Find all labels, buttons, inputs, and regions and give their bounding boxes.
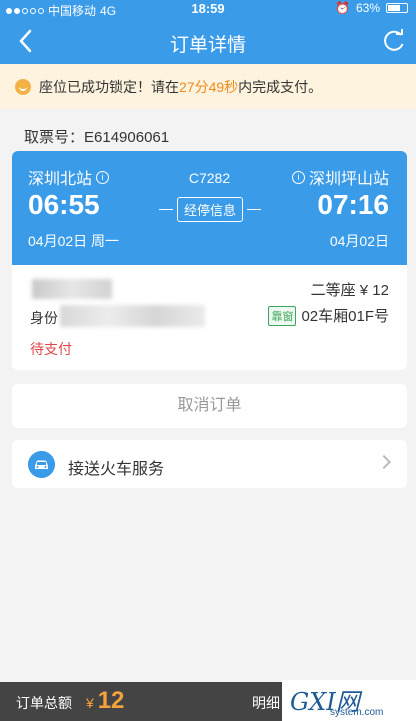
ticket-number: E614906061 [84,129,170,146]
countdown: 27分49秒 [179,78,239,95]
alarm-icon: ⏰ [335,1,350,15]
notice-text-before: 座位已成功锁定！请在 [39,78,179,95]
train-transfer-service[interactable]: 接送火车服务 [12,440,407,488]
seat-type: 二等座 ¥ 12 [310,282,389,299]
passenger-info: 身份 二等座 ¥ 12 靠窗 02车厢01F号 待支付 [12,265,407,370]
lock-notice: 座位已成功锁定！请在 27分49秒 内完成支付。 [0,64,416,109]
passenger-id-redacted [60,305,205,327]
total-label: 订单总额 [16,695,72,711]
nav-bar: 订单详情 [0,18,416,64]
currency-symbol: ¥ [86,695,94,711]
to-station-name: 深圳坪山站 [308,171,389,188]
page-title: 订单详情 [169,35,246,56]
to-station[interactable]: i 深圳坪山站 [291,165,389,189]
status-right: ⏰ 63% [335,1,408,15]
depart-date: 04月02日 周一 [28,233,120,249]
notice-text-after: 内完成支付。 [238,78,323,95]
chevron-right-icon [376,454,392,470]
stops-control: 经停信息 [159,196,262,222]
watermark-site: system.com [330,707,384,718]
watermark-logo: GXI网 system.com [282,680,416,721]
car-icon [28,451,55,478]
arrive-time: 07:16 [317,189,389,220]
battery-icon [386,3,408,13]
service-label: 接送火车服务 [68,461,165,478]
battery-level: 63% [355,1,380,15]
ticket-number-label: 取票号： [24,129,85,146]
info-icon[interactable]: i [291,170,305,184]
cancel-order-button[interactable]: 取消订单 [12,384,407,428]
ticket-number-row: 取票号：E614906061 [24,126,169,147]
train-info: 深圳北站 i C7282 i 深圳坪山站 06:55 经停信息 07:16 04… [12,151,407,265]
status-bar: 中国移动 4G 18:59 ⏰ 63% [0,0,416,18]
train-card: 深圳北站 i C7282 i 深圳坪山站 06:55 经停信息 07:16 04… [12,151,407,370]
arrive-date: 04月02日 [329,233,389,249]
id-label: 身份 [30,310,58,326]
window-seat-badge: 靠窗 [268,305,297,326]
passenger-name-redacted [32,279,112,299]
total-amount: ¥ 12 [86,687,124,715]
seat-position-row: 靠窗 02车厢01F号 [268,305,389,326]
stops-info-button[interactable]: 经停信息 [177,196,244,222]
smile-icon [15,78,31,95]
seat-position: 02车厢01F号 [301,308,389,325]
depart-time: 06:55 [28,189,100,220]
detail-button[interactable]: 明细 [252,693,280,713]
refresh-icon[interactable] [380,27,408,55]
payment-status: 待支付 [30,341,72,357]
total-number: 12 [97,687,125,714]
